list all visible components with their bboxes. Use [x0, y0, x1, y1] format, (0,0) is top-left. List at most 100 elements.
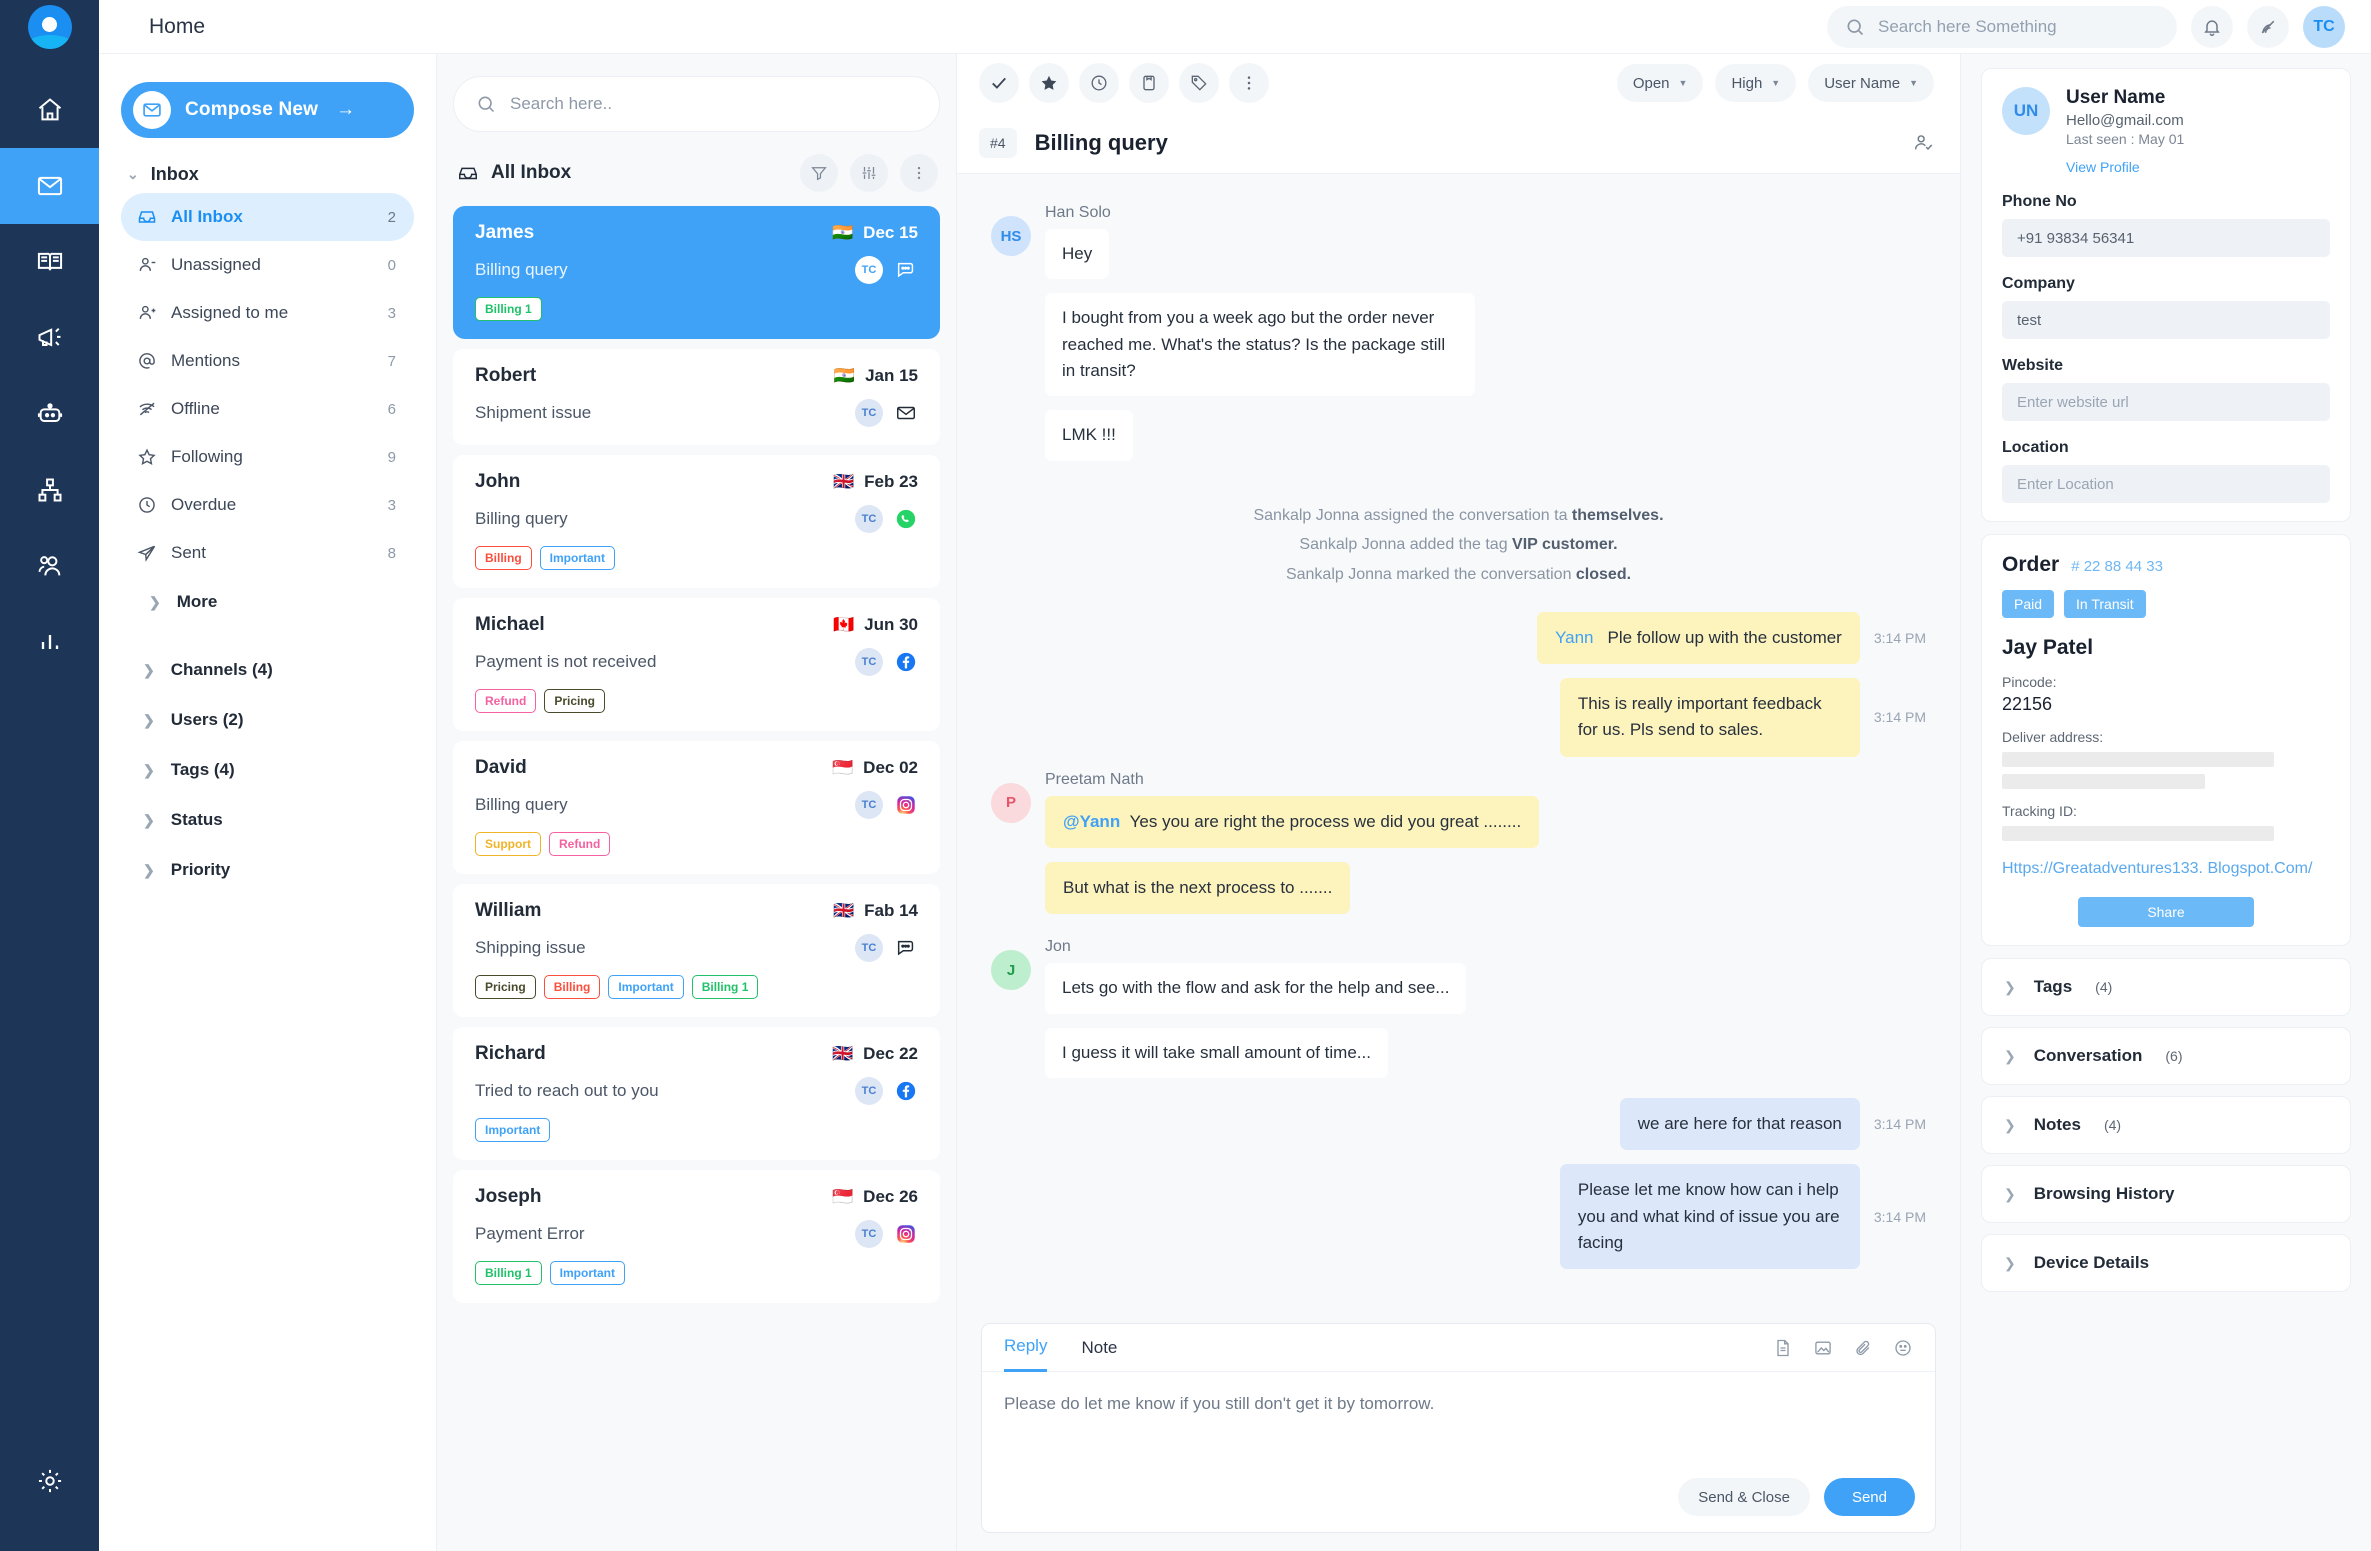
accordion-tags[interactable]: ❯ Tags (4) — [1981, 958, 2351, 1016]
conversation-item[interactable]: Joseph 🇸🇬 Dec 26 Payment Error TC Billing 1 Im… — [453, 1170, 940, 1303]
tab-note[interactable]: Note — [1081, 1324, 1117, 1372]
sidebar-section-tags[interactable]: ❯ Tags (4) — [121, 745, 414, 795]
rail-item-contacts[interactable] — [0, 528, 99, 604]
view-profile-link[interactable]: View Profile — [2066, 159, 2330, 175]
user-avatar[interactable]: TC — [2303, 5, 2345, 48]
tag-chip[interactable]: Important — [549, 1261, 626, 1285]
assignee-avatar: TC — [855, 399, 883, 427]
tag-chip[interactable]: Billing 1 — [475, 1261, 542, 1285]
sidebar-section-channels[interactable]: ❯ Channels (4) — [121, 645, 414, 695]
tag-chip[interactable]: Support — [475, 832, 541, 856]
accordion-conversation[interactable]: ❯ Conversation (6) — [1981, 1027, 2351, 1085]
conversation-item[interactable]: John 🇬🇧 Feb 23 Billing query TC Billing Import… — [453, 455, 940, 588]
rail-item-knowledge-base[interactable] — [0, 224, 99, 300]
clock-icon[interactable] — [1079, 63, 1119, 103]
sidebar-section-users[interactable]: ❯ Users (2) — [121, 695, 414, 745]
conversation-item[interactable]: William 🇬🇧 Fab 14 Shipping issue TC Pricing Bi… — [453, 884, 940, 1017]
search-input[interactable] — [1878, 16, 2159, 37]
company-field[interactable] — [2002, 301, 2330, 339]
sidebar-item-overdue[interactable]: Overdue 3 — [121, 481, 414, 529]
send-button[interactable]: Send — [1823, 1478, 1915, 1516]
order-number[interactable]: # 22 88 44 33 — [2071, 558, 2163, 575]
priority-dropdown[interactable]: High ▼ — [1715, 64, 1797, 102]
tag-chip[interactable]: Refund — [549, 832, 611, 856]
sidebar-item-following[interactable]: Following 9 — [121, 433, 414, 481]
tag-chip[interactable]: Pricing — [475, 975, 536, 999]
share-button[interactable]: Share — [2078, 897, 2254, 927]
notifications-button[interactable] — [2191, 5, 2233, 48]
compose-new-button[interactable]: Compose New → — [121, 82, 414, 138]
conversation-subject: Billing query — [475, 795, 568, 814]
accordion-browsing-history[interactable]: ❯ Browsing History — [1981, 1165, 2351, 1223]
paperclip-icon[interactable] — [1853, 1338, 1873, 1358]
sidebar-item-mentions[interactable]: Mentions 7 — [121, 337, 414, 385]
tag-chip[interactable]: Billing 1 — [475, 297, 542, 321]
conversation-item[interactable]: David 🇸🇬 Dec 02 Billing query TC Support Refun… — [453, 741, 940, 874]
broadcast-button[interactable] — [2247, 5, 2289, 48]
reply-draft-text[interactable]: Please do let me know if you still don't… — [982, 1372, 1935, 1478]
dots-vertical-icon[interactable] — [900, 154, 938, 192]
conversation-list: All Inbox James 🇮🇳 Dec 15 Billing query TC Bi… — [436, 54, 956, 1551]
tag-chip[interactable]: Important — [608, 975, 684, 999]
rail-item-workflows[interactable] — [0, 452, 99, 528]
tag-chip[interactable]: Important — [475, 1118, 551, 1142]
check-icon[interactable] — [979, 63, 1019, 103]
accordion-device-details[interactable]: ❯ Device Details — [1981, 1234, 2351, 1292]
conversation-subject: Shipping issue — [475, 938, 586, 957]
accordion-label: Device Details — [2033, 1253, 2150, 1272]
image-icon[interactable] — [1813, 1338, 1833, 1358]
conversation-item[interactable]: James 🇮🇳 Dec 15 Billing query TC Billing 1 — [453, 206, 940, 339]
accordion-notes[interactable]: ❯ Notes (4) — [1981, 1096, 2351, 1154]
sidebar-item-count: 0 — [387, 256, 396, 274]
facebook-icon — [894, 1079, 918, 1103]
website-field[interactable] — [2002, 383, 2330, 421]
user-check-icon[interactable] — [1912, 132, 1934, 154]
conversation-search[interactable] — [453, 76, 940, 132]
sidebar-section-status[interactable]: ❯ Status — [121, 795, 414, 845]
send-and-close-button[interactable]: Send & Close — [1678, 1478, 1810, 1516]
dots-vertical-icon[interactable] — [1229, 63, 1269, 103]
sidebar-item-all-inbox[interactable]: All Inbox 2 — [121, 193, 414, 241]
rail-item-home[interactable] — [0, 72, 99, 148]
inbox-group-header[interactable]: ⌄ Inbox — [127, 164, 414, 185]
folder-icon[interactable] — [1129, 63, 1169, 103]
sidebar-item-sent[interactable]: Sent 8 — [121, 529, 414, 577]
rail-item-campaigns[interactable] — [0, 300, 99, 376]
emoji-icon[interactable] — [1893, 1338, 1913, 1358]
tag-chip[interactable]: Refund — [475, 689, 537, 713]
sidebar-item-assigned-to-me[interactable]: Assigned to me 3 — [121, 289, 414, 337]
gear-icon — [36, 1467, 64, 1495]
tab-reply[interactable]: Reply — [1004, 1324, 1048, 1372]
tag-icon[interactable] — [1179, 63, 1219, 103]
global-search[interactable] — [1827, 5, 2177, 48]
tag-chip[interactable]: Pricing — [544, 689, 606, 713]
conversation-item[interactable]: Richard 🇬🇧 Dec 22 Tried to reach out to you… — [453, 1027, 940, 1160]
sidebar-item-more[interactable]: ❯ More — [121, 577, 414, 627]
conversation-item[interactable]: Michael 🇨🇦 Jun 30 Payment is not received TC… — [453, 598, 940, 731]
rail-item-bots[interactable] — [0, 376, 99, 452]
app-logo[interactable] — [0, 0, 99, 54]
phone-field[interactable] — [2002, 219, 2330, 257]
filter-icon[interactable] — [800, 154, 838, 192]
conversation-subject: Shipment issue — [475, 403, 592, 422]
sidebar-item-offline[interactable]: Offline 6 — [121, 385, 414, 433]
conversation-search-input[interactable] — [510, 94, 917, 114]
location-field[interactable] — [2002, 465, 2330, 503]
sidebar-section-priority[interactable]: ❯ Priority — [121, 845, 414, 895]
document-icon[interactable] — [1773, 1338, 1793, 1358]
order-link[interactable]: Https://Greatadventures133. Blogspot.Com… — [2002, 857, 2330, 881]
tag-chip[interactable]: Billing 1 — [691, 975, 759, 999]
tag-chip[interactable]: Billing — [475, 546, 532, 570]
rail-item-inbox[interactable] — [0, 148, 99, 224]
star-filled-icon[interactable] — [1029, 63, 1069, 103]
sidebar-item-unassigned[interactable]: Unassigned 0 — [121, 241, 414, 289]
conversation-subject: Tried to reach out to you — [475, 1081, 659, 1100]
tag-chip[interactable]: Billing — [543, 975, 601, 999]
assignee-dropdown[interactable]: User Name ▼ — [1808, 64, 1934, 102]
tag-chip[interactable]: Important — [539, 546, 616, 570]
conversation-item[interactable]: Robert 🇮🇳 Jan 15 Shipment issue TC — [453, 349, 940, 445]
rail-item-settings[interactable] — [0, 1443, 99, 1519]
status-dropdown[interactable]: Open ▼ — [1616, 64, 1704, 102]
sliders-icon[interactable] — [850, 154, 888, 192]
rail-item-reports[interactable] — [0, 604, 99, 680]
